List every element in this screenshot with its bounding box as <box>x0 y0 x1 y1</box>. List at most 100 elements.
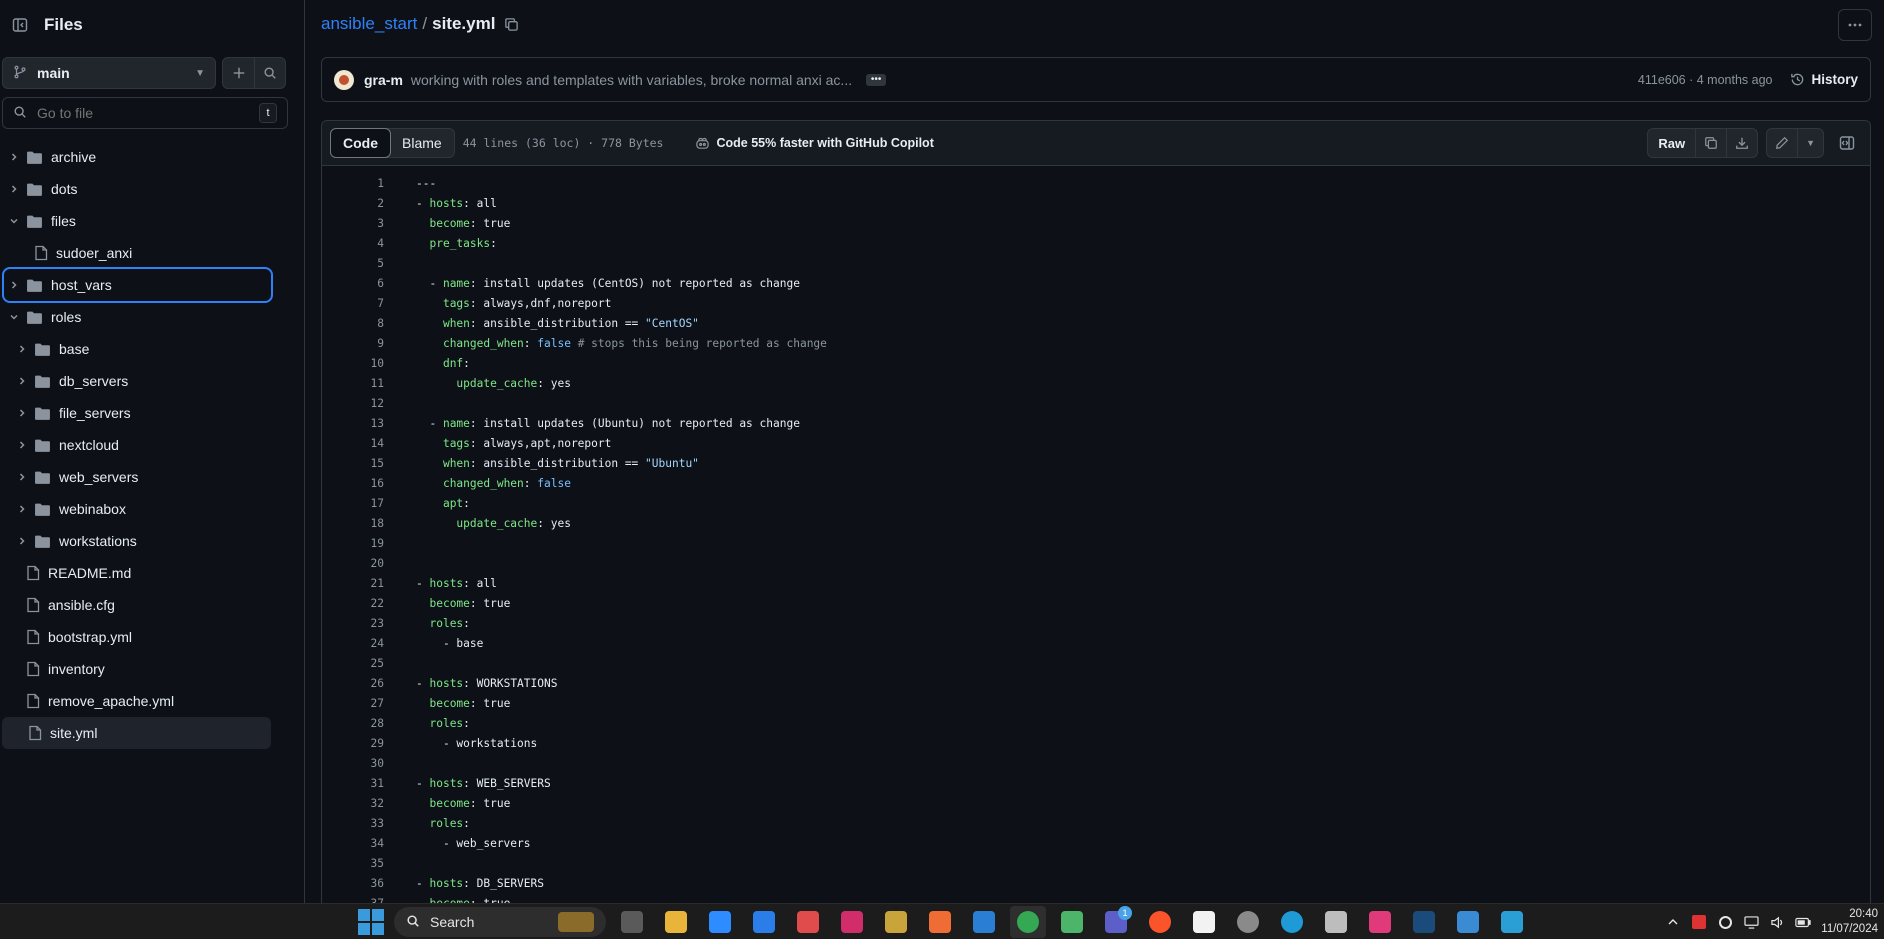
taskbar-app-zoom[interactable] <box>702 906 738 938</box>
line-number[interactable]: 10 <box>322 357 384 370</box>
line-number[interactable]: 30 <box>322 757 384 770</box>
chevron-down-icon[interactable] <box>6 213 22 229</box>
line-number[interactable]: 3 <box>322 217 384 230</box>
start-button[interactable] <box>358 909 384 935</box>
taskbar-search[interactable]: Search <box>394 907 606 937</box>
line-number[interactable]: 8 <box>322 317 384 330</box>
line-number[interactable]: 21 <box>322 577 384 590</box>
chevron-right-icon[interactable] <box>14 341 30 357</box>
line-number[interactable]: 18 <box>322 517 384 530</box>
taskbar-app-webstorm[interactable] <box>746 906 782 938</box>
taskbar-app-task-view[interactable] <box>614 906 650 938</box>
calendar-app-icon[interactable] <box>1691 914 1707 930</box>
line-number[interactable]: 29 <box>322 737 384 750</box>
symbols-panel-button[interactable] <box>1832 128 1862 158</box>
tree-file[interactable]: inventory <box>0 653 305 685</box>
collapse-sidebar-icon[interactable] <box>8 13 32 37</box>
tree-file[interactable]: ansible.cfg <box>0 589 305 621</box>
add-file-button[interactable] <box>223 58 254 88</box>
taskbar-app-chrome[interactable] <box>1010 906 1046 938</box>
breadcrumb-repo-link[interactable]: ansible_start <box>321 14 417 34</box>
download-button[interactable] <box>1726 129 1757 157</box>
line-number[interactable]: 35 <box>322 857 384 870</box>
clock[interactable]: 20:40 11/07/2024 <box>1821 907 1878 937</box>
line-number[interactable]: 28 <box>322 717 384 730</box>
taskbar-app-git-kraken[interactable] <box>1054 906 1090 938</box>
chevron-down-icon[interactable] <box>6 309 22 325</box>
search-files-button[interactable] <box>254 58 285 88</box>
tree-folder[interactable]: roles <box>0 301 305 333</box>
line-number[interactable]: 36 <box>322 877 384 890</box>
taskbar-app-edge[interactable] <box>1274 906 1310 938</box>
taskbar-app-postman[interactable] <box>922 906 958 938</box>
history-button[interactable]: History <box>1790 72 1858 87</box>
line-number[interactable]: 25 <box>322 657 384 670</box>
line-number[interactable]: 32 <box>322 797 384 810</box>
line-number[interactable]: 11 <box>322 377 384 390</box>
tree-folder[interactable]: base <box>0 333 305 365</box>
taskbar-app-app-colorful[interactable] <box>790 906 826 938</box>
line-number[interactable]: 33 <box>322 817 384 830</box>
line-number[interactable]: 15 <box>322 457 384 470</box>
tree-folder[interactable]: archive <box>0 141 305 173</box>
chevron-right-icon[interactable] <box>6 181 22 197</box>
line-number[interactable]: 20 <box>322 557 384 570</box>
branch-selector-button[interactable]: main ▼ <box>2 57 216 89</box>
tree-folder[interactable]: webinabox <box>0 493 305 525</box>
tree-folder[interactable]: workstations <box>0 525 305 557</box>
taskbar-app-notepad[interactable] <box>1186 906 1222 938</box>
chevron-right-icon[interactable] <box>14 533 30 549</box>
chevron-right-icon[interactable] <box>6 149 22 165</box>
line-number[interactable]: 7 <box>322 297 384 310</box>
line-number[interactable]: 16 <box>322 477 384 490</box>
line-number[interactable]: 9 <box>322 337 384 350</box>
tree-folder[interactable]: host_vars <box>2 267 273 303</box>
line-number[interactable]: 24 <box>322 637 384 650</box>
tab-blame[interactable]: Blame <box>390 129 454 157</box>
edit-dropdown-button[interactable]: ▼ <box>1797 129 1823 157</box>
commit-message[interactable]: working with roles and templates with va… <box>411 72 852 88</box>
line-number[interactable]: 5 <box>322 257 384 270</box>
line-number[interactable]: 34 <box>322 837 384 850</box>
line-number[interactable]: 31 <box>322 777 384 790</box>
tree-folder[interactable]: dots <box>0 173 305 205</box>
line-number[interactable]: 1 <box>322 177 384 190</box>
commit-author[interactable]: gra-m <box>364 72 403 88</box>
taskbar-app-remote-desktop[interactable] <box>966 906 1002 938</box>
copy-raw-button[interactable] <box>1695 129 1726 157</box>
commit-sha-and-time[interactable]: 411e606 · 4 months ago <box>1638 73 1773 87</box>
tree-folder[interactable]: web_servers <box>0 461 305 493</box>
tree-file[interactable]: README.md <box>0 557 305 589</box>
taskbar-app-app-cube[interactable] <box>1362 906 1398 938</box>
tree-file[interactable]: sudoer_anxi <box>0 237 305 269</box>
taskbar-app-intellij[interactable] <box>834 906 870 938</box>
go-to-file-input[interactable] <box>37 105 259 121</box>
taskbar-app-app-yellow[interactable] <box>878 906 914 938</box>
taskbar-app-photos[interactable] <box>1494 906 1530 938</box>
tree-file[interactable]: remove_apache.yml <box>0 685 305 717</box>
tab-code[interactable]: Code <box>330 128 391 158</box>
chevron-right-icon[interactable] <box>6 277 22 293</box>
chevron-up-icon[interactable] <box>1665 914 1681 930</box>
line-number[interactable]: 14 <box>322 437 384 450</box>
copilot-promo[interactable]: Code 55% faster with GitHub Copilot <box>695 136 934 151</box>
expand-commit-button[interactable]: ••• <box>866 73 887 86</box>
line-number[interactable]: 2 <box>322 197 384 210</box>
taskbar-app-file-explorer[interactable] <box>658 906 694 938</box>
taskbar-app-app-gray[interactable] <box>1318 906 1354 938</box>
line-number[interactable]: 27 <box>322 697 384 710</box>
line-number[interactable]: 12 <box>322 397 384 410</box>
copy-path-icon[interactable] <box>504 17 519 32</box>
line-number[interactable]: 17 <box>322 497 384 510</box>
line-number[interactable]: 4 <box>322 237 384 250</box>
raw-button[interactable]: Raw <box>1648 129 1695 157</box>
line-number[interactable]: 13 <box>322 417 384 430</box>
tree-folder[interactable]: db_servers <box>0 365 305 397</box>
app-tray-icon[interactable] <box>1717 914 1733 930</box>
taskbar-app-brave[interactable] <box>1142 906 1178 938</box>
line-number[interactable]: 26 <box>322 677 384 690</box>
tree-folder[interactable]: nextcloud <box>0 429 305 461</box>
battery-icon[interactable] <box>1795 914 1811 930</box>
chevron-right-icon[interactable] <box>14 437 30 453</box>
line-number[interactable]: 6 <box>322 277 384 290</box>
